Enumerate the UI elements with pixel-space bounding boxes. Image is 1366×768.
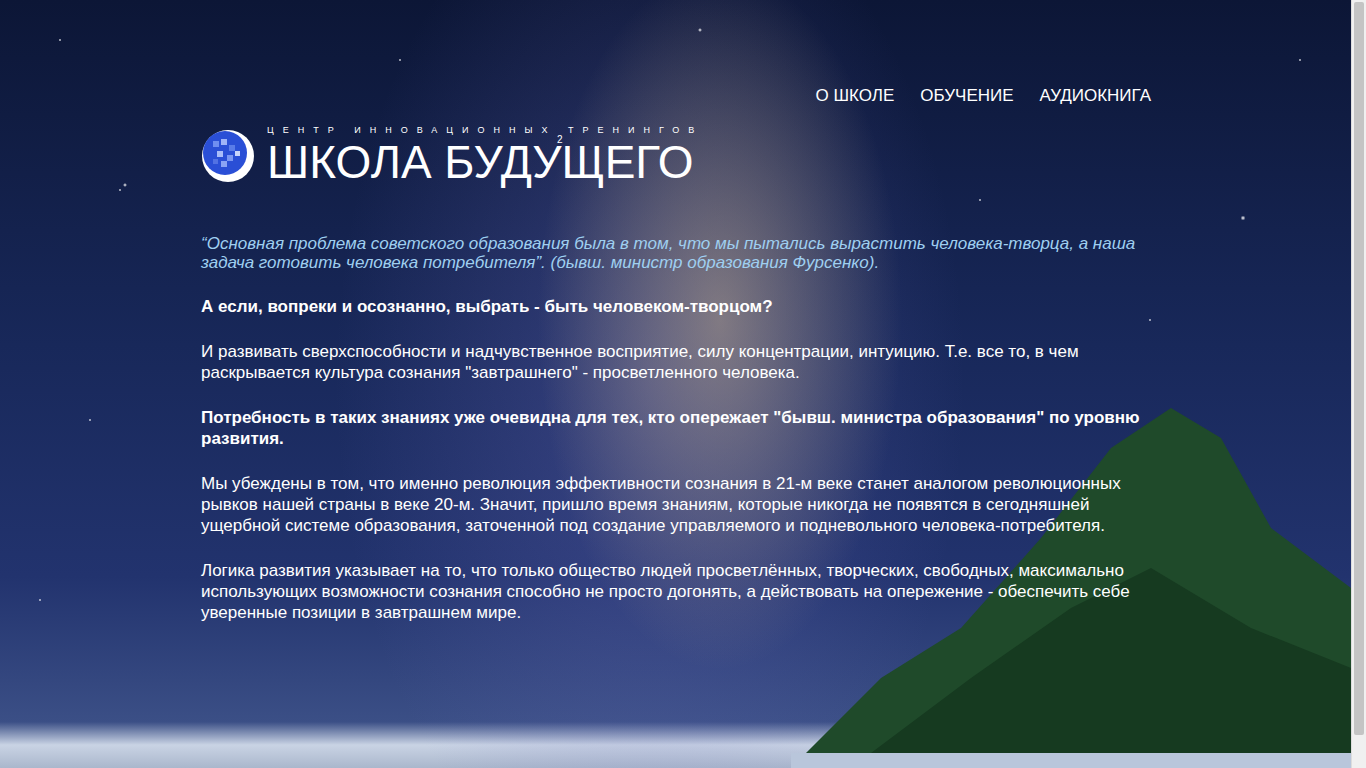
nav-link[interactable]: ОБУЧЕНИЕ bbox=[920, 86, 1013, 106]
logo-subtitle: ЦЕНТР ИННОВАЦИОННЫХ ТРЕНИНГОВ bbox=[267, 124, 703, 136]
logo-text: ЦЕНТР ИННОВАЦИОННЫХ ТРЕНИНГОВШКОЛА БУДУЩ… bbox=[267, 124, 703, 188]
scrollbar[interactable] bbox=[1351, 0, 1366, 768]
paragraph: И развивать сверхспособности и надчувств… bbox=[201, 341, 1151, 383]
paragraph: Логика развития указывает на то, что тол… bbox=[201, 560, 1151, 623]
page: О ШКОЛЕ ОБУЧЕНИЕ АУДИОКНИГА ЦЕНТР ИННОВАЦИО… bbox=[0, 0, 1351, 768]
scrollbar-thumb[interactable] bbox=[1354, 2, 1364, 735]
lead-paragraph: А если, вопреки и осознанно, выбрать - б… bbox=[201, 296, 1151, 317]
lead-paragraph: Потребность в таких знаниях уже очевидна… bbox=[201, 407, 1151, 449]
content: О ШКОЛЕ ОБУЧЕНИЕ АУДИОКНИГА ЦЕНТР ИННОВАЦИО… bbox=[201, 0, 1151, 623]
quote: “Основная проблема советского образовани… bbox=[201, 234, 1151, 272]
nav-link[interactable]: О ШКОЛЕ bbox=[816, 86, 895, 106]
paragraph: Мы убеждены в том, что именно революция … bbox=[201, 473, 1151, 536]
logo-mark: 2 bbox=[557, 134, 563, 145]
school-logo-icon bbox=[201, 129, 255, 183]
top-nav: О ШКОЛЕ ОБУЧЕНИЕ АУДИОКНИГА bbox=[201, 86, 1151, 106]
nav-link[interactable]: АУДИОКНИГА bbox=[1040, 86, 1151, 106]
logo-title: ШКОЛА БУДУЩЕГО bbox=[267, 136, 703, 188]
browser-page: О ШКОЛЕ ОБУЧЕНИЕ АУДИОКНИГА ЦЕНТР ИННОВАЦИО… bbox=[0, 0, 1366, 768]
logo[interactable]: ЦЕНТР ИННОВАЦИОННЫХ ТРЕНИНГОВШКОЛА БУДУЩ… bbox=[201, 124, 1151, 188]
